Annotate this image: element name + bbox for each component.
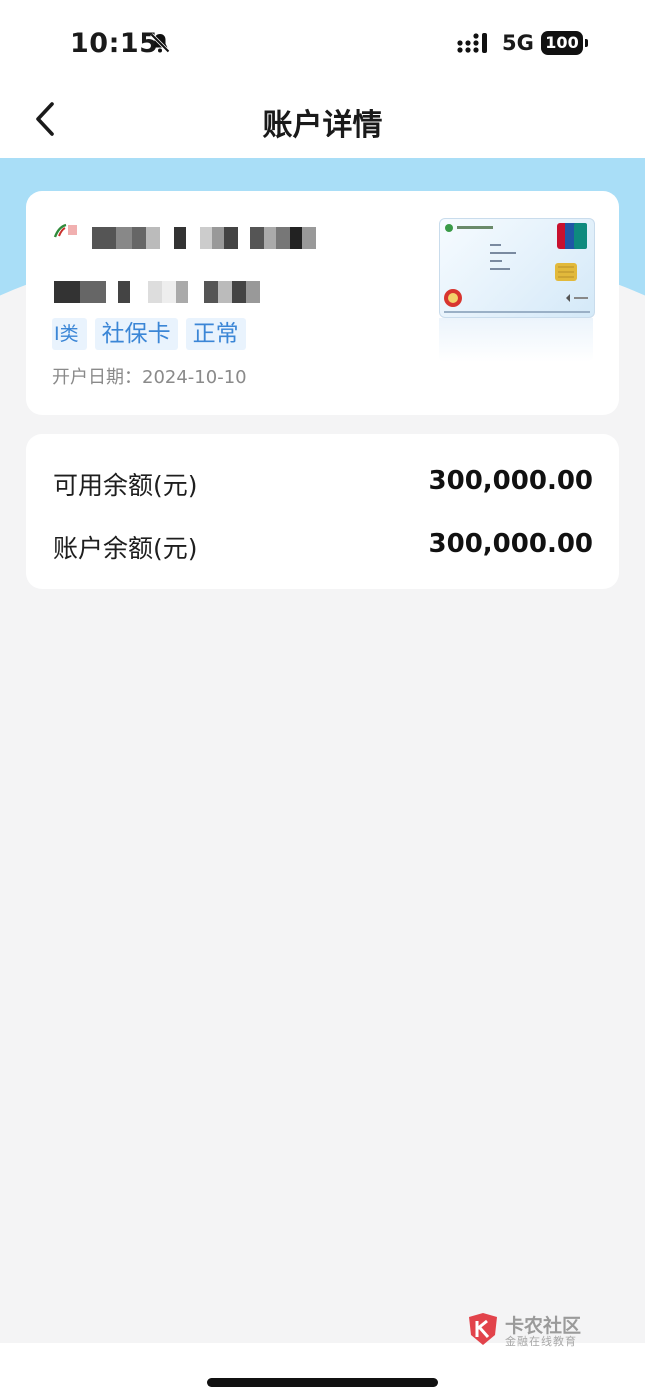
card-reflection xyxy=(439,318,593,362)
masked-account-name xyxy=(92,227,316,249)
status-time: 10:15 xyxy=(70,28,159,59)
available-balance-value: 300,000.00 xyxy=(428,466,593,496)
tag-card-type: 社保卡 xyxy=(94,318,178,350)
tag-status: 正常 xyxy=(185,318,246,350)
account-balance-value: 300,000.00 xyxy=(428,529,593,559)
masked-account-number xyxy=(54,281,260,303)
navigation-bar: 账户详情 xyxy=(0,80,645,158)
account-card[interactable]: I类 社保卡 正常 开户日期：2024-10-10 xyxy=(26,191,619,415)
bank-logo-icon xyxy=(53,223,77,238)
card-artwork xyxy=(444,223,590,313)
balance-card: 可用余额(元) 300,000.00 账户余额(元) 300,000.00 xyxy=(26,434,619,589)
network-type: 5G xyxy=(502,31,534,55)
account-tags: I类 社保卡 正常 xyxy=(52,318,246,350)
battery-icon: 100 xyxy=(541,31,589,55)
watermark-subtitle: 金融在线教育 xyxy=(505,1335,577,1348)
account-balance-label: 账户余额(元) xyxy=(53,534,198,563)
watermark-logo-icon xyxy=(469,1313,497,1345)
open-date: 开户日期：2024-10-10 xyxy=(52,367,247,388)
page-title: 账户详情 xyxy=(262,108,383,143)
battery-level: 100 xyxy=(541,31,583,55)
watermark: 卡农社区 金融在线教育 xyxy=(465,1311,595,1351)
social-security-card-image xyxy=(439,218,595,318)
bottom-safe-area xyxy=(0,1343,645,1399)
available-balance-label: 可用余额(元) xyxy=(53,471,198,500)
home-indicator[interactable] xyxy=(207,1378,438,1387)
bell-muted-icon xyxy=(150,33,170,53)
cellular-signal-icon xyxy=(457,33,487,53)
status-bar: 10:15 5G 100 xyxy=(0,0,645,80)
tag-account-class: I类 xyxy=(52,318,87,350)
